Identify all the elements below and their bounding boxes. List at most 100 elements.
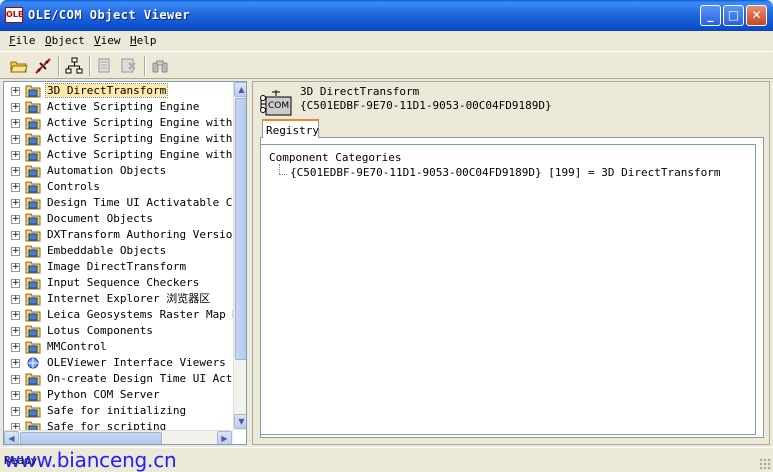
category-folder-icon bbox=[25, 292, 41, 306]
tree-item-label: Controls bbox=[47, 180, 100, 193]
expand-icon[interactable]: + bbox=[11, 343, 20, 352]
category-folder-icon bbox=[25, 276, 41, 290]
tree-item-label: Active Scripting Engine with Au bbox=[47, 116, 247, 129]
tree-item-label: Active Scripting Engine with Er bbox=[47, 132, 247, 145]
tree-item[interactable]: + Design Time UI Activatable Cont bbox=[4, 195, 246, 211]
tree-item-label: Automation Objects bbox=[47, 164, 167, 177]
unbind-icon[interactable] bbox=[118, 55, 140, 77]
tree-item-label: Python COM Server bbox=[47, 388, 160, 401]
resize-grip-icon[interactable] bbox=[759, 458, 771, 470]
tree-item[interactable]: + Internet Explorer 浏览器区 bbox=[4, 291, 230, 307]
tree-item[interactable]: + Automation Objects bbox=[4, 163, 230, 179]
close-button[interactable]: ✕ bbox=[746, 5, 767, 26]
tree-vertical-scrollbar[interactable]: ▲ ▼ bbox=[233, 82, 246, 430]
tree-item[interactable]: + DXTransform Authoring Versions bbox=[4, 227, 246, 243]
tree-item[interactable]: + OLEViewer Interface Viewers bbox=[4, 355, 230, 371]
expand-icon[interactable]: + bbox=[11, 375, 20, 384]
tree-item[interactable]: + Active Scripting Engine with Er bbox=[4, 131, 246, 147]
maximize-button[interactable]: □ bbox=[723, 5, 744, 26]
registry-child-node[interactable]: {C501EDBF-9E70-11D1-9053-00C04FD9189D} [… bbox=[290, 166, 720, 179]
connect-icon[interactable] bbox=[32, 55, 54, 77]
tree-item[interactable]: + Lotus Components bbox=[4, 323, 230, 339]
expand-icon[interactable]: + bbox=[11, 359, 20, 368]
tree-horizontal-scrollbar[interactable]: ◀ ▶ bbox=[4, 430, 233, 444]
tree-item[interactable]: + Active Scripting Engine with Au bbox=[4, 115, 246, 131]
expand-icon[interactable]: + bbox=[11, 407, 20, 416]
app-icon[interactable]: OLE bbox=[5, 7, 23, 23]
category-folder-icon bbox=[25, 132, 41, 146]
tree-item[interactable]: + Embeddable Objects bbox=[4, 243, 230, 259]
object-tree-icon[interactable] bbox=[63, 55, 85, 77]
expand-icon[interactable]: + bbox=[11, 279, 20, 288]
expand-icon[interactable]: + bbox=[11, 199, 20, 208]
tree-vscroll-thumb[interactable] bbox=[235, 98, 246, 360]
tree-item[interactable]: + MMControl bbox=[4, 339, 230, 355]
expand-icon[interactable]: + bbox=[11, 167, 20, 176]
expand-icon[interactable]: + bbox=[11, 391, 20, 400]
category-folder-icon bbox=[25, 260, 41, 274]
tree-item[interactable]: + Active Scripting Engine bbox=[4, 99, 230, 115]
tree-item[interactable]: + Active Scripting Engine with Pa bbox=[4, 147, 246, 163]
menu-file[interactable]: File bbox=[9, 34, 36, 47]
expand-icon[interactable]: + bbox=[11, 103, 20, 112]
window-title: OLE/COM Object Viewer bbox=[28, 8, 191, 22]
copy-icon[interactable] bbox=[94, 55, 116, 77]
expand-icon[interactable]: + bbox=[11, 151, 20, 160]
details-pane: COM 3D DirectTransform {C501EDBF-9E70-11… bbox=[252, 81, 770, 445]
category-folder-icon bbox=[25, 324, 41, 338]
object-clsid: {C501EDBF-9E70-11D1-9053-00C04FD9189D} bbox=[300, 99, 552, 112]
expand-icon[interactable]: + bbox=[11, 183, 20, 192]
tree-item-label: 3D DirectTransform bbox=[44, 83, 169, 98]
menu-view[interactable]: View bbox=[94, 34, 121, 47]
tab-registry[interactable]: Registry bbox=[262, 119, 319, 138]
category-folder-icon bbox=[25, 244, 41, 258]
menu-help[interactable]: Help bbox=[130, 34, 157, 47]
expand-icon[interactable]: + bbox=[11, 231, 20, 240]
tree-item[interactable]: + Document Objects bbox=[4, 211, 230, 227]
scroll-down-icon[interactable]: ▼ bbox=[234, 414, 246, 429]
tree-item[interactable]: + Input Sequence Checkers bbox=[4, 275, 230, 291]
object-tree[interactable]: +3D DirectTransform + Active Scripting Eng… bbox=[3, 81, 247, 445]
tree-item[interactable]: +3D DirectTransform bbox=[4, 83, 230, 99]
expand-icon[interactable]: + bbox=[11, 119, 20, 128]
category-folder-icon bbox=[25, 100, 41, 114]
menu-bar: File Object View Help bbox=[0, 31, 773, 50]
tree-item-label: OLEViewer Interface Viewers bbox=[47, 356, 226, 369]
menu-object[interactable]: Object bbox=[45, 34, 85, 47]
registry-root-node[interactable]: Component Categories bbox=[269, 151, 401, 164]
expand-icon[interactable]: + bbox=[11, 247, 20, 256]
scroll-left-icon[interactable]: ◀ bbox=[4, 431, 19, 444]
expand-icon[interactable]: + bbox=[11, 295, 20, 304]
category-folder-icon bbox=[25, 308, 41, 322]
category-folder-icon bbox=[25, 148, 41, 162]
minimize-button[interactable]: _ bbox=[700, 5, 721, 26]
com-label: COM bbox=[268, 101, 290, 111]
expand-icon[interactable]: + bbox=[11, 263, 20, 272]
tree-item-label: Input Sequence Checkers bbox=[47, 276, 200, 289]
binoculars-icon[interactable] bbox=[149, 55, 171, 77]
expand-icon[interactable]: + bbox=[11, 87, 20, 96]
tree-item-label: On-create Design Time UI Activa bbox=[47, 372, 247, 385]
tree-item-label: Active Scripting Engine bbox=[47, 100, 200, 113]
tree-hscroll-thumb[interactable] bbox=[20, 432, 162, 444]
tree-item[interactable]: + Safe for initializing bbox=[4, 403, 230, 419]
tree-item-label: Document Objects bbox=[47, 212, 153, 225]
registry-tree[interactable]: Component Categories {C501EDBF-9E70-11D1… bbox=[260, 144, 756, 435]
expand-icon[interactable]: + bbox=[11, 311, 20, 320]
expand-icon[interactable]: + bbox=[11, 327, 20, 336]
tree-item-label: Design Time UI Activatable Cont bbox=[47, 196, 247, 209]
scroll-up-icon[interactable]: ▲ bbox=[234, 82, 246, 97]
watermark: www.bianceng.cn bbox=[4, 448, 177, 472]
open-folder-icon[interactable] bbox=[8, 55, 30, 77]
tree-item[interactable]: + On-create Design Time UI Activa bbox=[4, 371, 246, 387]
tree-item[interactable]: + Python COM Server bbox=[4, 387, 230, 403]
scroll-right-icon[interactable]: ▶ bbox=[217, 431, 232, 444]
tree-item[interactable]: + Controls bbox=[4, 179, 230, 195]
tree-item[interactable]: + Leica Geosystems Raster Map Moc bbox=[4, 307, 246, 323]
com-object-icon: COM bbox=[259, 88, 293, 120]
expand-icon[interactable]: + bbox=[11, 215, 20, 224]
expand-icon[interactable]: + bbox=[11, 135, 20, 144]
category-folder-icon bbox=[25, 228, 41, 242]
tree-item[interactable]: + Image DirectTransform bbox=[4, 259, 230, 275]
category-folder-icon bbox=[25, 196, 41, 210]
